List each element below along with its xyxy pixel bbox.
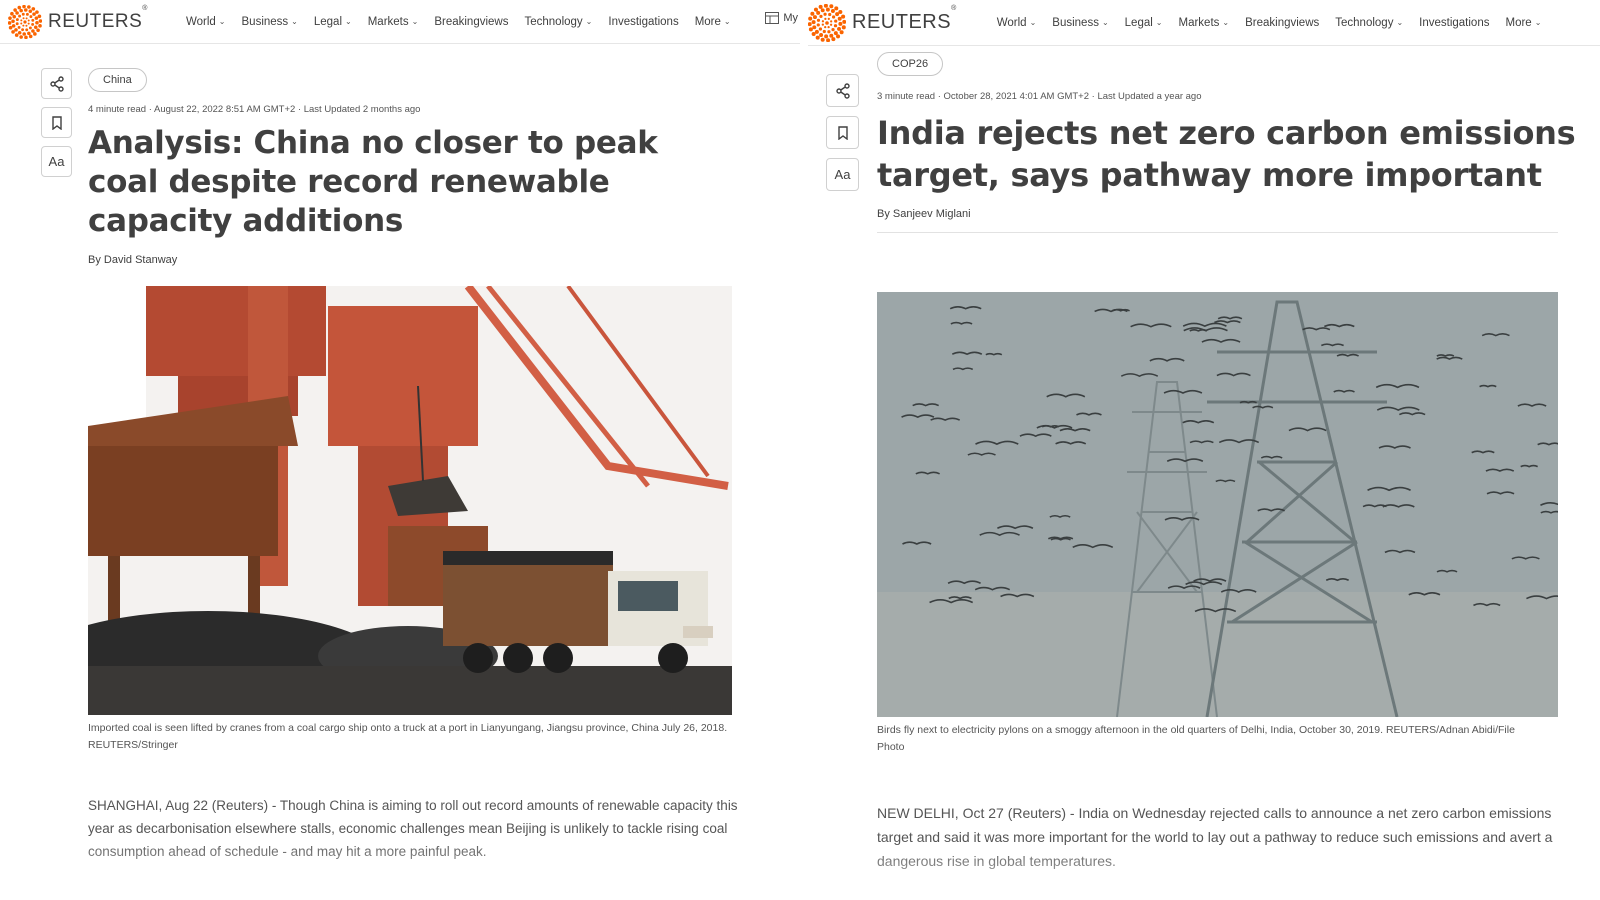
primary-nav: World ⌄ Business ⌄ Legal ⌄ Markets ⌄ Breakingvie… xyxy=(186,16,747,28)
byline-divider xyxy=(877,232,1558,233)
nav-item-label: Breakingviews xyxy=(1245,16,1320,29)
nav-item-more[interactable]: More ⌄ xyxy=(695,16,731,28)
nav-item-breakingviews[interactable]: Breakingviews xyxy=(1245,17,1319,29)
nav-item-investigations[interactable]: Investigations xyxy=(1419,17,1489,29)
article-meta: 3 minute read · October 28, 2021 4:01 AM… xyxy=(877,91,1202,102)
chevron-down-icon: ⌄ xyxy=(1029,18,1037,27)
chevron-down-icon: ⌄ xyxy=(1534,18,1542,27)
nav-item-world[interactable]: World ⌄ xyxy=(997,17,1037,29)
nav-item-label: Breakingviews xyxy=(434,15,509,28)
nav-item-label: Legal xyxy=(313,15,343,28)
font-size-button[interactable]: Aa xyxy=(826,158,859,191)
bookmark-button[interactable] xyxy=(41,107,72,138)
chevron-down-icon: ⌄ xyxy=(411,17,419,26)
nav-item-business[interactable]: Business ⌄ xyxy=(1052,17,1108,29)
font-size-button[interactable]: Aa xyxy=(41,146,72,177)
lead-photo[interactable] xyxy=(877,292,1558,717)
nav-item-label: Investigations xyxy=(1419,16,1490,29)
reuters-logo[interactable]: REUTERS® xyxy=(808,3,957,42)
topic-tag[interactable]: China xyxy=(88,68,147,92)
registered-mark: ® xyxy=(951,5,957,12)
byline-prefix: By xyxy=(877,208,893,220)
nav-item-legal[interactable]: Legal ⌄ xyxy=(314,16,352,28)
nav-item-world[interactable]: World ⌄ xyxy=(186,16,226,28)
reuters-logo-icon xyxy=(808,3,846,42)
article-meta: 4 minute read · August 22, 2022 8:51 AM … xyxy=(88,104,421,115)
font-size-icon: Aa xyxy=(834,167,851,182)
bookmark-icon xyxy=(51,115,62,130)
nav-item-breakingviews[interactable]: Breakingviews xyxy=(434,16,508,28)
font-size-icon: Aa xyxy=(48,154,65,169)
article-actions: Aa xyxy=(41,68,72,177)
nav-item-label: More xyxy=(694,15,721,28)
right-article-pane: REUTERS® World ⌄ Business ⌄ Legal ⌄ Markets ⌄ Br… xyxy=(808,0,1600,900)
my-news-label: My xyxy=(783,12,798,24)
article-headline: India rejects net zero carbon emissions … xyxy=(877,114,1576,194)
chevron-down-icon: ⌄ xyxy=(1155,18,1163,27)
byline: By Sanjeev Miglani xyxy=(877,208,971,220)
byline-prefix: By xyxy=(88,254,104,266)
chevron-down-icon: ⌄ xyxy=(218,17,226,26)
chevron-down-icon: ⌄ xyxy=(291,17,298,26)
photo-caption: Imported coal is seen lifted by cranes f… xyxy=(88,722,728,751)
article-headline: Analysis: China no closer to peak coal d… xyxy=(88,125,658,239)
article-lead-paragraph: NEW DELHI, Oct 27 (Reuters) - India on W… xyxy=(877,805,1553,869)
nav-item-label: Legal xyxy=(1124,16,1153,29)
nav-item-label: Technology xyxy=(1335,16,1394,29)
reuters-logo[interactable]: REUTERS® xyxy=(8,4,148,39)
registered-mark: ® xyxy=(142,4,148,12)
photo-caption: Birds fly next to electricity pylons on … xyxy=(877,724,1515,753)
chevron-down-icon: ⌄ xyxy=(1396,18,1404,27)
nav-item-markets[interactable]: Markets ⌄ xyxy=(1179,17,1230,29)
nav-item-investigations[interactable]: Investigations xyxy=(608,16,678,28)
reuters-logo-icon xyxy=(8,4,42,39)
author-link[interactable]: David Stanway xyxy=(104,254,177,266)
left-article-pane: REUTERS® World ⌄ Business ⌄ Legal ⌄ Markets ⌄ Br… xyxy=(0,0,800,900)
nav-item-label: Technology xyxy=(524,15,583,28)
nav-item-technology[interactable]: Technology ⌄ xyxy=(1335,17,1403,29)
top-navbar: REUTERS® World ⌄ Business ⌄ Legal ⌄ Markets ⌄ Br… xyxy=(808,0,1600,46)
my-news-button[interactable]: My xyxy=(765,12,798,24)
share-button[interactable] xyxy=(41,68,72,99)
bookmark-icon xyxy=(837,125,848,140)
topic-tag[interactable]: COP26 xyxy=(877,52,944,76)
nav-item-markets[interactable]: Markets ⌄ xyxy=(368,16,419,28)
nav-item-legal[interactable]: Legal ⌄ xyxy=(1125,17,1163,29)
bookmark-button[interactable] xyxy=(826,116,859,149)
nav-item-label: World xyxy=(996,16,1027,29)
chevron-down-icon: ⌄ xyxy=(585,17,593,26)
share-button[interactable] xyxy=(826,74,859,107)
pane-divider xyxy=(800,0,808,900)
lead-photo[interactable] xyxy=(88,286,732,715)
nav-item-label: World xyxy=(185,15,216,28)
nav-item-business[interactable]: Business ⌄ xyxy=(242,16,298,28)
share-icon xyxy=(835,82,850,99)
author-link[interactable]: Sanjeev Miglani xyxy=(893,208,971,220)
layout-icon xyxy=(765,12,780,24)
nav-item-label: More xyxy=(1505,16,1532,29)
nav-item-label: Business xyxy=(1052,16,1099,29)
byline: By David Stanway xyxy=(88,254,177,266)
coal-port-photo xyxy=(88,286,732,715)
chevron-down-icon: ⌄ xyxy=(723,17,731,26)
share-icon xyxy=(49,75,64,92)
primary-nav: World ⌄ Business ⌄ Legal ⌄ Markets ⌄ Breakingvie… xyxy=(997,17,1558,29)
pylons-birds-photo xyxy=(877,292,1558,717)
top-navbar: REUTERS® World ⌄ Business ⌄ Legal ⌄ Markets ⌄ Br… xyxy=(0,0,800,44)
brand-name: REUTERS® xyxy=(48,5,148,33)
nav-item-label: Markets xyxy=(367,15,409,28)
article-actions: Aa xyxy=(826,74,859,191)
nav-item-label: Markets xyxy=(1178,16,1220,29)
nav-item-more[interactable]: More ⌄ xyxy=(1505,17,1541,29)
brand-name-text: REUTERS xyxy=(48,10,143,32)
article-lead-paragraph: SHANGHAI, Aug 22 (Reuters) - Though Chin… xyxy=(88,798,738,859)
nav-item-label: Investigations xyxy=(608,15,679,28)
brand-name: REUTERS® xyxy=(852,5,957,34)
nav-item-label: Business xyxy=(241,15,289,28)
chevron-down-icon: ⌄ xyxy=(345,17,352,26)
chevron-down-icon: ⌄ xyxy=(1222,18,1230,27)
brand-name-text: REUTERS xyxy=(852,11,952,33)
nav-item-technology[interactable]: Technology ⌄ xyxy=(524,16,592,28)
chevron-down-icon: ⌄ xyxy=(1101,18,1109,27)
